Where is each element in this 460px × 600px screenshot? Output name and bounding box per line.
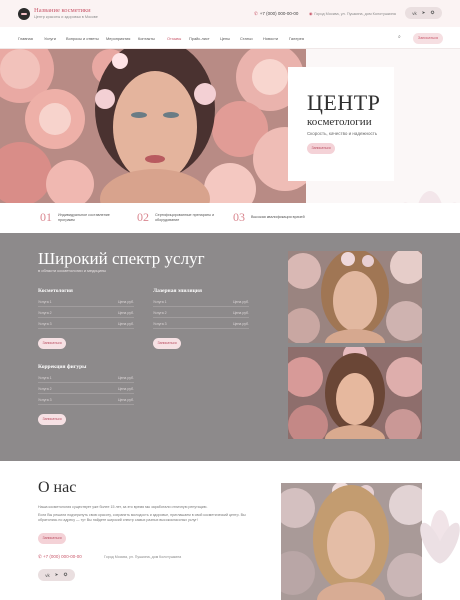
ok-icon[interactable]: ✪: [62, 572, 69, 578]
hero-signup-button[interactable]: Записаться: [307, 143, 335, 154]
feature-item: 01 Индивидуальное составление программ: [40, 210, 120, 225]
price-row: Услуга 3 Цена руб.: [38, 321, 134, 329]
nav-item-reviews[interactable]: Отзывы: [167, 36, 181, 41]
feature-text: Индивидуальное составление программ: [58, 212, 110, 222]
ok-icon[interactable]: ✪: [429, 10, 436, 16]
service-name: Услуга 3: [38, 398, 52, 402]
nav-item-events[interactable]: Мероприятия: [106, 36, 130, 41]
vk-icon[interactable]: vk: [44, 573, 51, 578]
about-paragraph: Наша косметология существует уже более 1…: [38, 505, 208, 509]
nav-item-gallery[interactable]: Галерея: [289, 36, 304, 41]
price-row: Услуга 2 Цена руб.: [38, 386, 134, 394]
service-price: Цена руб.: [232, 311, 249, 315]
service-price: Цена руб.: [232, 300, 249, 304]
service-price: Цена руб.: [117, 398, 134, 402]
service-portrait-image-2: [288, 347, 422, 439]
service-name: Услуга 2: [153, 311, 167, 315]
header-phone[interactable]: ✆ +7 (000) 000-00-00: [254, 11, 298, 17]
services-subtitle: в области косметологии и медицины: [38, 268, 107, 273]
service-price: Цена руб.: [117, 300, 134, 304]
service-portrait-image: [288, 251, 422, 343]
feature-item: 02 Сертифицированные препараты и оборудо…: [137, 210, 217, 225]
phone-icon: ✆: [38, 554, 42, 559]
location-pin-icon: ◉: [309, 12, 313, 16]
header-address-text: Город Москва, ул. Пушкина, дом Колотушки…: [314, 12, 396, 16]
hero-portrait-image: [0, 49, 306, 203]
price-row: Услуга 3 Цена руб.: [153, 321, 249, 329]
service-name: Услуга 2: [38, 311, 52, 315]
feature-number: 03: [233, 210, 245, 224]
service-price: Цена руб.: [232, 322, 249, 326]
nav-item-services[interactable]: Услуги: [44, 36, 56, 41]
about-paragraph: Если Вы решили подчеркнуть свою красоту,…: [38, 513, 246, 522]
header-phone-text[interactable]: +7 (000) 000-00-00: [260, 11, 299, 16]
brand-subtitle: Центр красоты и здоровья в Москве: [34, 15, 98, 19]
feature-text: Высокая квалификация врачей: [251, 215, 305, 219]
vk-icon[interactable]: vk: [411, 11, 418, 16]
hero-subtitle: косметологии: [307, 116, 372, 128]
category-title: Косметология: [38, 288, 73, 294]
header-signup-button[interactable]: Записаться: [413, 33, 443, 44]
logo-icon[interactable]: [18, 8, 30, 20]
decorative-flower-image: [420, 510, 460, 564]
category-title: Коррекция фигуры: [38, 364, 87, 370]
features-strip: 01 Индивидуальное составление программ 0…: [0, 203, 460, 233]
price-row: Услуга 2 Цена руб.: [153, 310, 249, 318]
laser-signup-button[interactable]: Записаться: [153, 338, 181, 349]
header-address: ◉ Город Москва, ул. Пушкина, дом Колотушк…: [309, 11, 396, 16]
telegram-icon[interactable]: ➤: [53, 572, 60, 578]
about-address: Город Москва, ул. Пушкина, дом Колотушки…: [104, 555, 182, 559]
search-icon[interactable]: ⌕: [398, 34, 401, 40]
nav-item-faq[interactable]: Вопросы и ответы: [66, 36, 99, 41]
about-portrait-image: [281, 483, 422, 600]
figure-signup-button[interactable]: Записаться: [38, 414, 66, 425]
telegram-icon[interactable]: ➤: [420, 10, 427, 16]
about-section: О нас Наша косметология существует уже б…: [0, 461, 460, 600]
nav-item-pricelist[interactable]: Прайс-лист: [189, 36, 210, 41]
phone-icon: ✆: [254, 11, 258, 16]
nav-item-contacts[interactable]: Контакты: [138, 36, 155, 41]
service-name: Услуга 3: [38, 322, 52, 326]
feature-number: 01: [40, 210, 52, 224]
price-row: Услуга 1 Цена руб.: [38, 299, 134, 307]
services-section: Широкий спектр услуг в области косметоло…: [0, 233, 460, 461]
about-social-links: vk ➤ ✪: [38, 569, 75, 581]
nav-item-home[interactable]: Главная: [18, 36, 33, 41]
nav-item-articles[interactable]: Статьи: [240, 36, 253, 41]
about-phone[interactable]: ✆ +7 (000) 000-00-00: [38, 554, 82, 560]
service-price: Цена руб.: [117, 387, 134, 391]
service-name: Услуга 1: [38, 300, 52, 304]
header-social-links: vk ➤ ✪: [405, 7, 442, 19]
about-phone-text[interactable]: +7 (000) 000-00-00: [43, 554, 82, 559]
price-row: Услуга 3 Цена руб.: [38, 397, 134, 405]
brand-name[interactable]: Название косметики: [34, 7, 91, 14]
hero-tagline: Скорость, качество и надежность: [307, 131, 378, 136]
service-price: Цена руб.: [117, 322, 134, 326]
decorative-flower-image: [400, 191, 460, 203]
feature-text: Сертифицированные препараты и оборудован…: [155, 212, 215, 222]
service-name: Услуга 1: [153, 300, 167, 304]
service-name: Услуга 3: [153, 322, 167, 326]
services-title: Широкий спектр услуг: [38, 249, 205, 268]
nav-item-news[interactable]: Новости: [263, 36, 278, 41]
about-title: О нас: [38, 479, 77, 496]
service-name: Услуга 2: [38, 387, 52, 391]
hero-title: ЦЕНТР: [307, 90, 381, 115]
service-name: Услуга 1: [38, 376, 52, 380]
service-price: Цена руб.: [117, 376, 134, 380]
main-navigation: Главная Услуги Вопросы и ответы Мероприя…: [0, 27, 460, 49]
feature-item: 03 Высокая квалификация врачей: [233, 210, 313, 225]
price-row: Услуга 2 Цена руб.: [38, 310, 134, 318]
category-title: Лазерная эпиляция: [153, 288, 202, 294]
feature-number: 02: [137, 210, 149, 224]
top-header: Название косметики Центр красоты и здоро…: [0, 0, 460, 27]
service-price: Цена руб.: [117, 311, 134, 315]
price-row: Услуга 1 Цена руб.: [38, 375, 134, 383]
about-signup-button[interactable]: Записаться: [38, 533, 66, 544]
nav-item-prices[interactable]: Цены: [220, 36, 230, 41]
price-row: Услуга 1 Цена руб.: [153, 299, 249, 307]
cosmetology-signup-button[interactable]: Записаться: [38, 338, 66, 349]
